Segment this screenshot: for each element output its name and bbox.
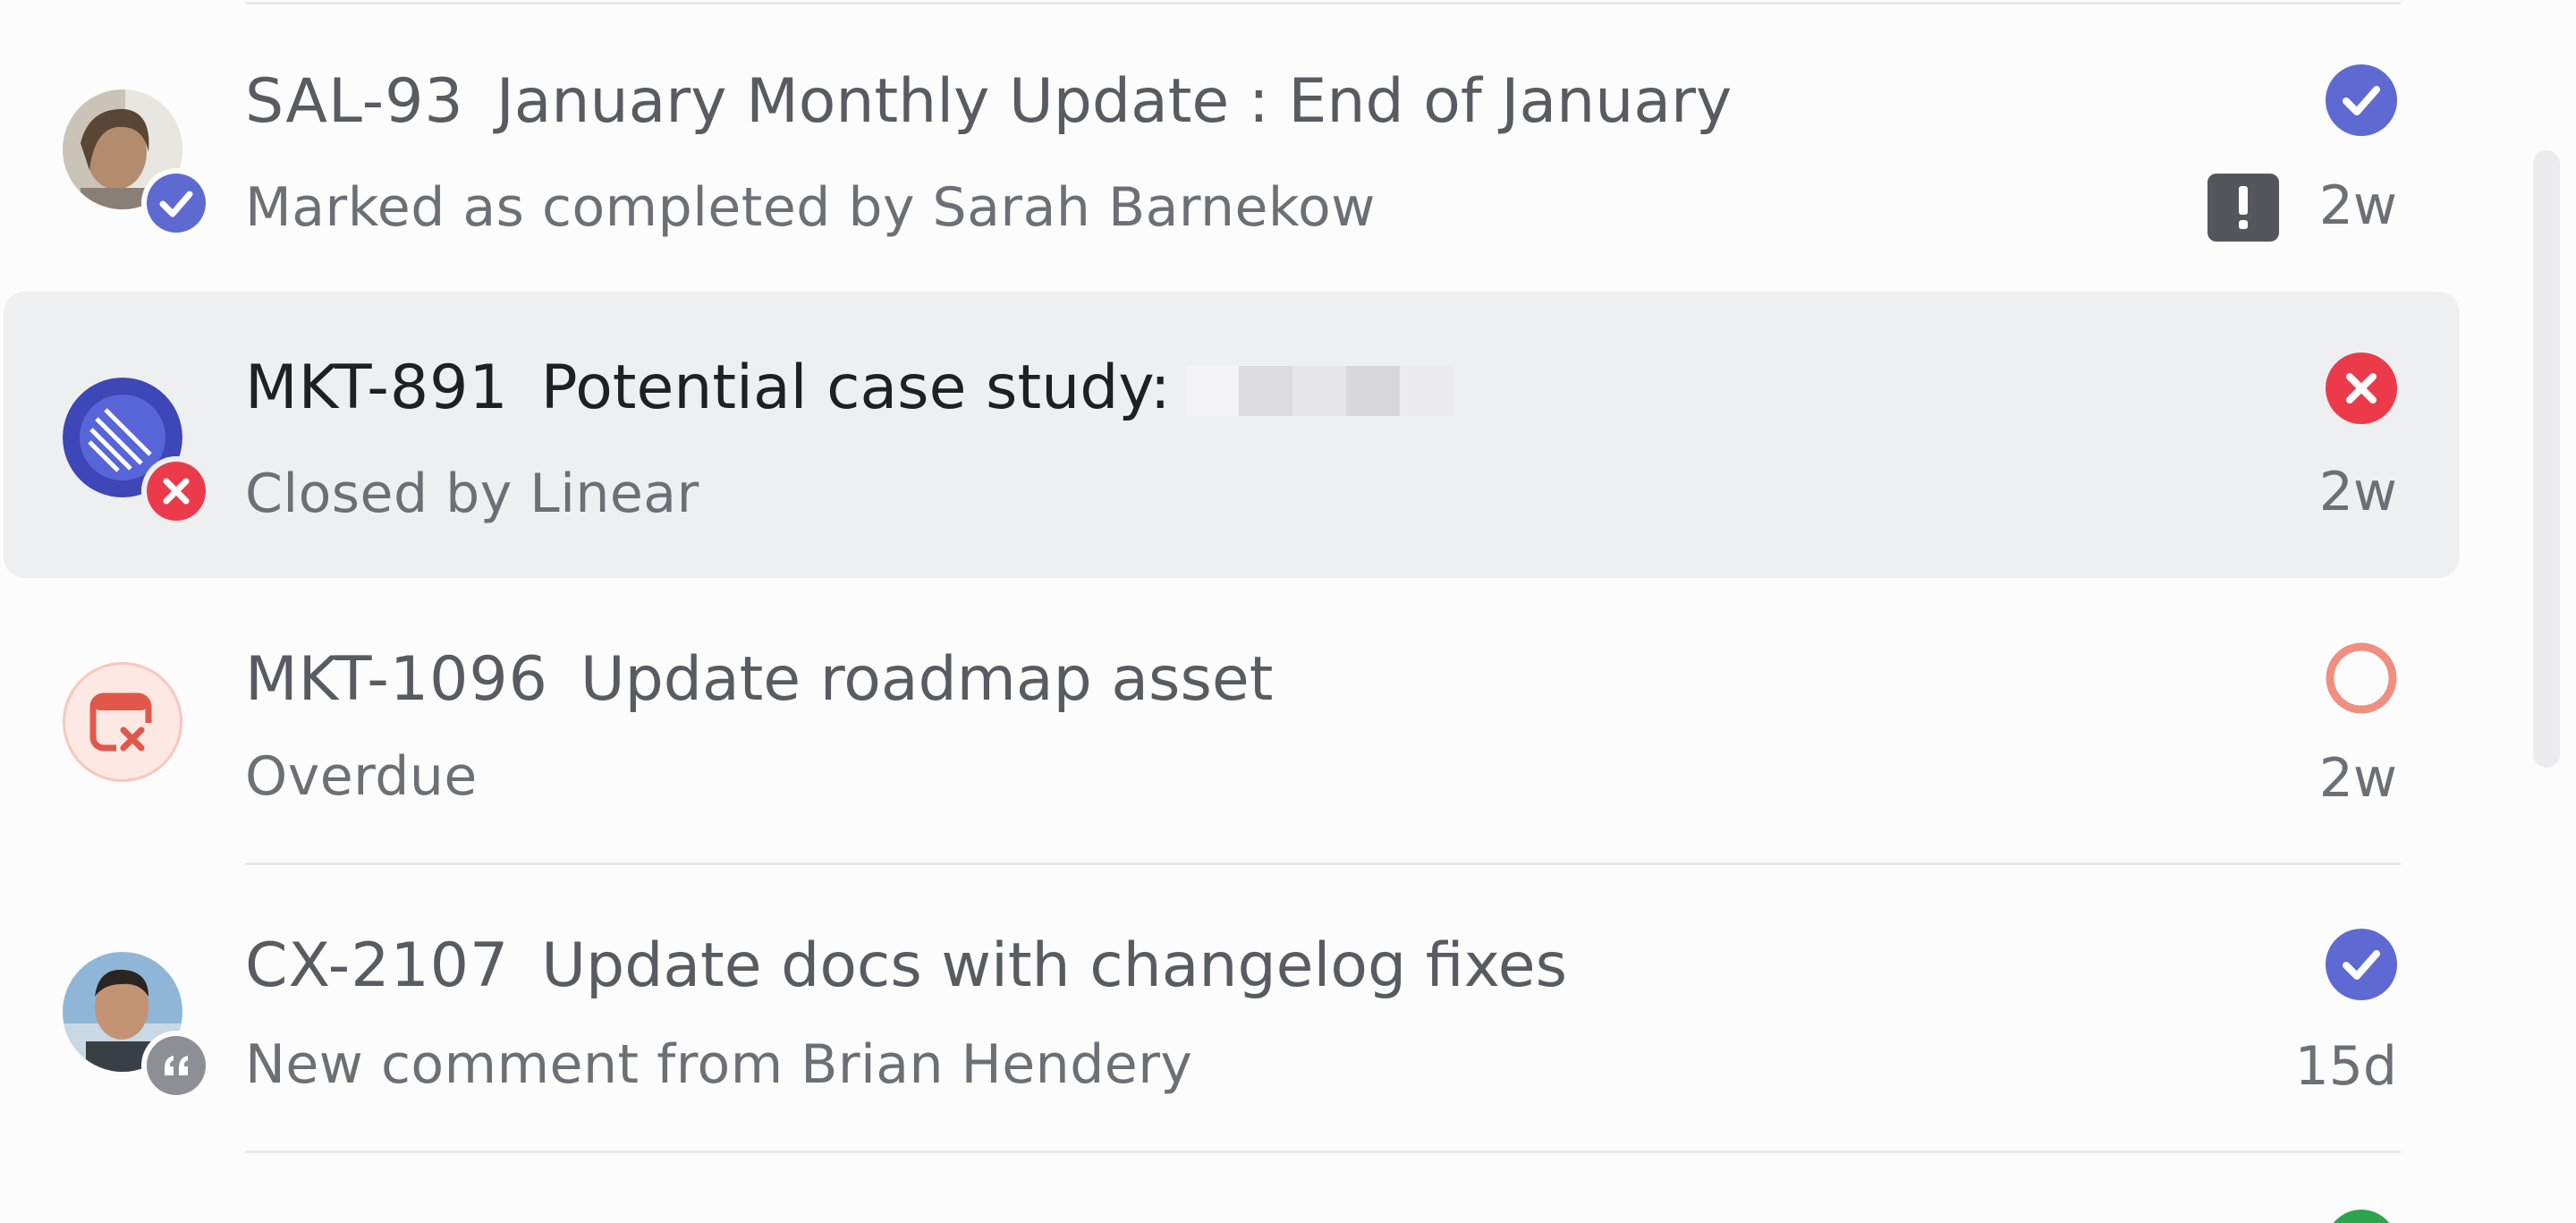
canceled-x-icon[interactable] xyxy=(2326,352,2397,424)
notification-row[interactable]: CX-2107 Update docs with changelog fixes … xyxy=(0,866,2463,1152)
row-divider xyxy=(245,2,2401,4)
issue-id: MKT-891 xyxy=(245,352,509,423)
notification-time: 2w xyxy=(2318,174,2397,237)
row-divider xyxy=(245,862,2401,865)
row-divider xyxy=(245,1151,2401,1153)
notification-subtitle: New comment from Brian Hendery xyxy=(245,1033,1193,1096)
notification-subtitle: Marked as completed by Sarah Barnekow xyxy=(245,176,1376,239)
completed-check-icon xyxy=(141,168,211,238)
urgent-priority-icon[interactable] xyxy=(2207,174,2279,242)
notification-time: 2w xyxy=(2318,747,2397,810)
canceled-x-icon xyxy=(141,456,211,526)
issue-title: Update roadmap asset xyxy=(580,644,1274,715)
comment-quote-icon xyxy=(141,1031,211,1100)
notification-row[interactable]: SAL-93 January Monthly Update : End of Ja… xyxy=(0,5,2463,292)
notification-title-line: MKT-1096 Update roadmap asset xyxy=(245,644,1273,716)
issue-id: CX-2107 xyxy=(245,930,510,1001)
notification-row[interactable]: MKT-1096 Update roadmap asset Overdue 2w xyxy=(0,578,2463,864)
completed-check-icon[interactable] xyxy=(2326,929,2397,1000)
redacted-text xyxy=(1184,366,1453,417)
notification-time: 2w xyxy=(2318,461,2397,523)
avatar-container xyxy=(63,662,188,787)
inbox-notification-list: SAL-93 January Monthly Update : End of Ja… xyxy=(0,0,2576,1223)
avatar-container xyxy=(63,952,211,1100)
next-row-status-icon[interactable] xyxy=(2326,1210,2397,1223)
notification-row[interactable]: MKT-891 Potential case study: Closed by L… xyxy=(0,292,2463,578)
calendar-overdue-icon xyxy=(63,662,182,782)
avatar-container xyxy=(63,378,211,526)
todo-circle-icon[interactable] xyxy=(2326,642,2397,714)
selected-row-highlight xyxy=(4,292,2460,578)
issue-title: Update docs with changelog fixes xyxy=(541,930,1568,1001)
notification-time: 15d xyxy=(2294,1035,2397,1098)
scrollbar[interactable] xyxy=(2533,150,2560,768)
issue-title: January Monthly Update : End of January xyxy=(496,66,1733,137)
issue-title: Potential case study: xyxy=(540,352,1171,423)
completed-check-icon[interactable] xyxy=(2326,64,2397,136)
issue-id: MKT-1096 xyxy=(245,644,548,715)
notification-subtitle: Closed by Linear xyxy=(245,463,699,525)
notification-title-line: CX-2107 Update docs with changelog fixes xyxy=(245,930,1567,1002)
avatar-container xyxy=(63,89,211,238)
notification-subtitle: Overdue xyxy=(245,745,478,808)
issue-id: SAL-93 xyxy=(245,66,464,137)
notification-title-line: SAL-93 January Monthly Update : End of Ja… xyxy=(245,66,1732,138)
notification-title-line: MKT-891 Potential case study: xyxy=(245,352,1453,424)
